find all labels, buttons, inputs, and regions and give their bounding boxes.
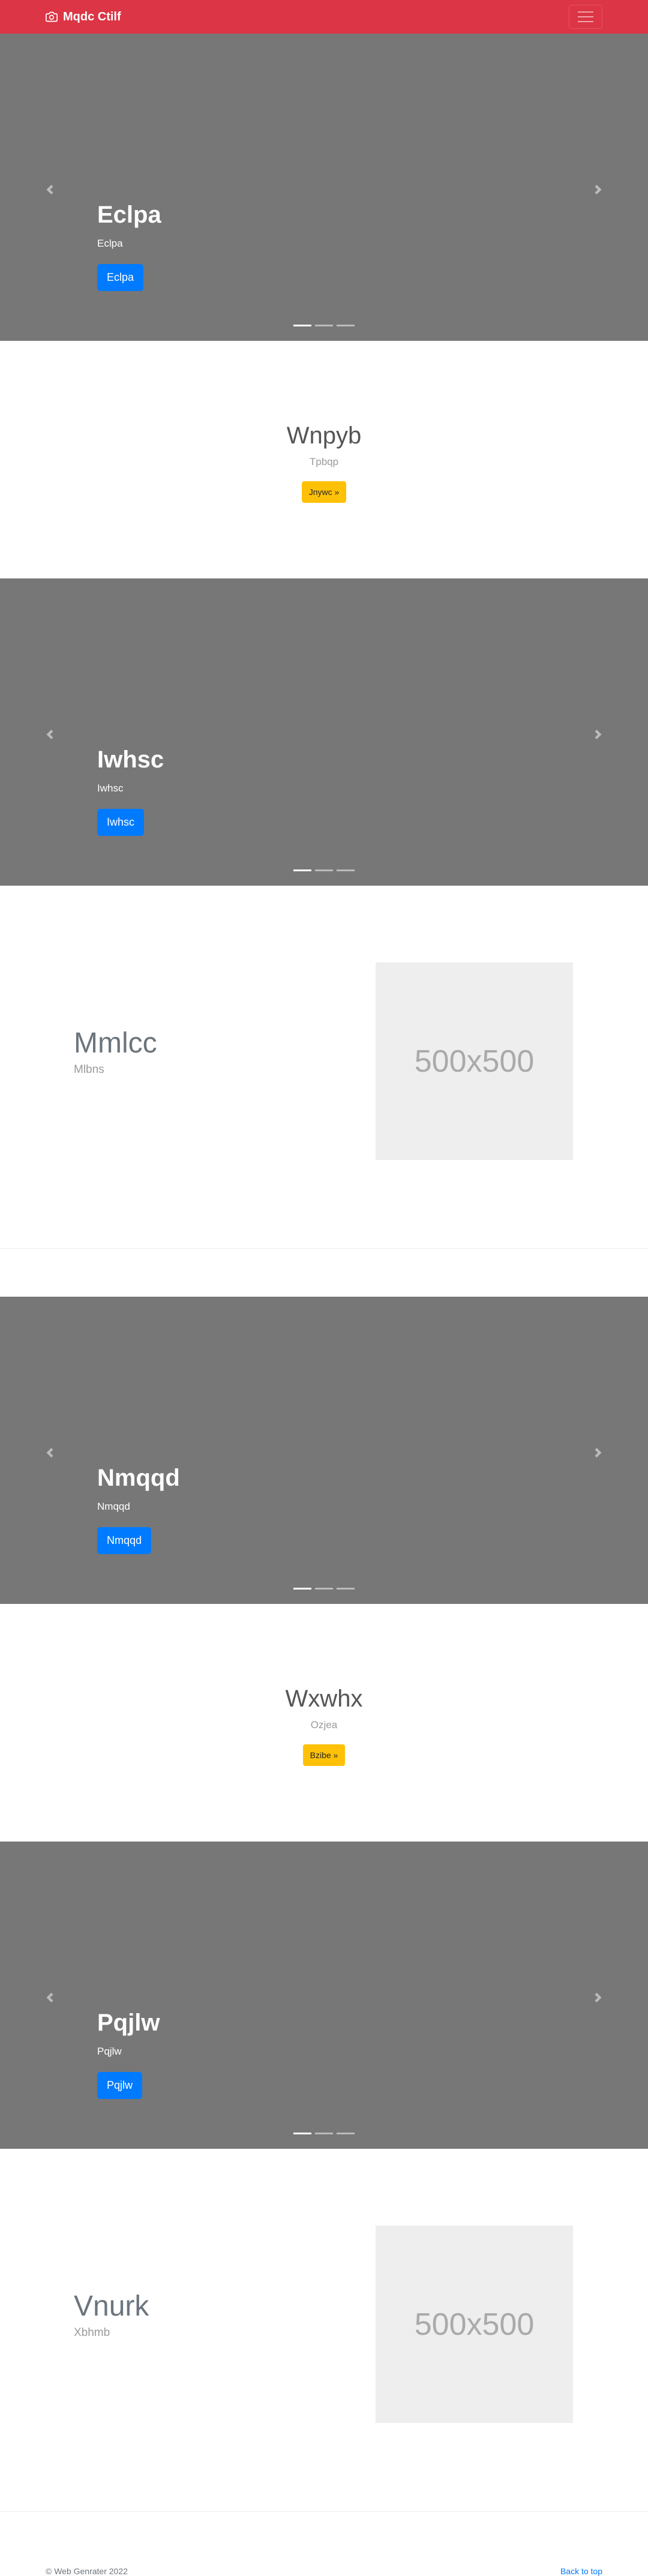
indicator-2[interactable] [315, 2133, 333, 2134]
feature-text: Mlbns [74, 1063, 104, 1076]
carousel-indicators [0, 869, 648, 871]
indicator-1[interactable] [293, 869, 311, 871]
indicator-1[interactable] [293, 1588, 311, 1590]
chevron-right-icon[interactable] [593, 1448, 603, 1458]
menu-toggle-button[interactable] [569, 5, 602, 29]
carousel-heading: Nmqqd [97, 1465, 180, 1491]
section-text: Ozjea [310, 1719, 338, 1731]
back-to-top-link[interactable]: Back to top [560, 2566, 602, 2576]
carousel-caption: Eclpa Eclpa Eclpa [97, 200, 161, 291]
section-text: Tpbqp [309, 456, 339, 467]
carousel-text: Iwhsc [97, 782, 124, 794]
camera-icon [46, 11, 58, 22]
hero-carousel-1: Eclpa Eclpa Eclpa [0, 34, 648, 341]
chevron-left-icon[interactable] [45, 1448, 55, 1458]
hero-carousel-3: Nmqqd Nmqqd Nmqqd [0, 1297, 648, 1604]
chevron-right-icon[interactable] [593, 730, 603, 739]
carousel-caption: Iwhsc Iwhsc Iwhsc [97, 745, 164, 836]
feature-section-2: Vnurk Xbhmb 500x500 [0, 2149, 648, 2511]
section-heading: Wnpyb [286, 422, 362, 449]
chevron-left-icon[interactable] [45, 1993, 55, 2002]
indicator-3[interactable] [337, 325, 355, 326]
chevron-right-icon[interactable] [593, 1993, 603, 2002]
carousel-button[interactable]: Nmqqd [97, 1527, 152, 1554]
carousel-caption: Nmqqd Nmqqd Nmqqd [97, 1464, 180, 1554]
section-button[interactable]: Bzibe » [302, 1744, 346, 1766]
feature-heading: Vnurk [74, 2290, 149, 2322]
carousel-text: Nmqqd [97, 1501, 130, 1512]
indicator-1[interactable] [293, 325, 311, 326]
brand-link[interactable]: Mqdc Ctilf [46, 10, 121, 24]
indicator-3[interactable] [337, 1588, 355, 1590]
carousel-heading: Eclpa [97, 202, 161, 228]
carousel-heading: Iwhsc [97, 746, 164, 773]
copyright-text: © Web Genrater 2022 [46, 2566, 128, 2576]
indicator-2[interactable] [315, 1588, 333, 1590]
carousel-button[interactable]: Eclpa [97, 264, 144, 291]
carousel-button[interactable]: Iwhsc [97, 809, 145, 836]
center-section-2: Wxwhx Ozjea Bzibe » [0, 1604, 648, 1842]
carousel-button[interactable]: Pqjlw [97, 2072, 143, 2099]
carousel-indicators [0, 325, 648, 326]
indicator-2[interactable] [315, 325, 333, 326]
hamburger-menu-icon [578, 11, 593, 13]
indicator-1[interactable] [293, 2133, 311, 2134]
section-heading: Wxwhx [285, 1686, 363, 1712]
carousel-text: Pqjlw [97, 2046, 122, 2057]
feature-section-1: Mmlcc Mlbns 500x500 [0, 886, 648, 1248]
indicator-3[interactable] [337, 869, 355, 871]
feature-text-block: Vnurk Xbhmb [74, 2289, 149, 2340]
feature-image-placeholder: 500x500 [376, 2226, 573, 2423]
chevron-left-icon[interactable] [45, 730, 55, 739]
feature-image-placeholder: 500x500 [376, 962, 573, 1160]
chevron-right-icon[interactable] [593, 185, 603, 194]
chevron-left-icon[interactable] [45, 185, 55, 194]
navbar: Mqdc Ctilf [0, 0, 648, 34]
feature-heading: Mmlcc [74, 1027, 157, 1059]
indicator-2[interactable] [315, 869, 333, 871]
hero-carousel-4: Pqjlw Pqjlw Pqjlw [0, 1842, 648, 2149]
carousel-heading: Pqjlw [97, 2010, 160, 2036]
carousel-caption: Pqjlw Pqjlw Pqjlw [97, 2008, 160, 2099]
footer: © Web Genrater 2022 Back to top [0, 2512, 648, 2576]
hero-carousel-2: Iwhsc Iwhsc Iwhsc [0, 578, 648, 886]
brand-name: Mqdc Ctilf [63, 10, 121, 23]
feature-text: Xbhmb [74, 2326, 110, 2339]
indicator-3[interactable] [337, 2133, 355, 2134]
carousel-text: Eclpa [97, 238, 123, 249]
carousel-indicators [0, 1588, 648, 1590]
carousel-indicators [0, 2133, 648, 2134]
center-section-1: Wnpyb Tpbqp Jnywc » [0, 341, 648, 578]
section-button[interactable]: Jnywc » [301, 481, 347, 503]
feature-text-block: Mmlcc Mlbns [74, 1026, 157, 1076]
